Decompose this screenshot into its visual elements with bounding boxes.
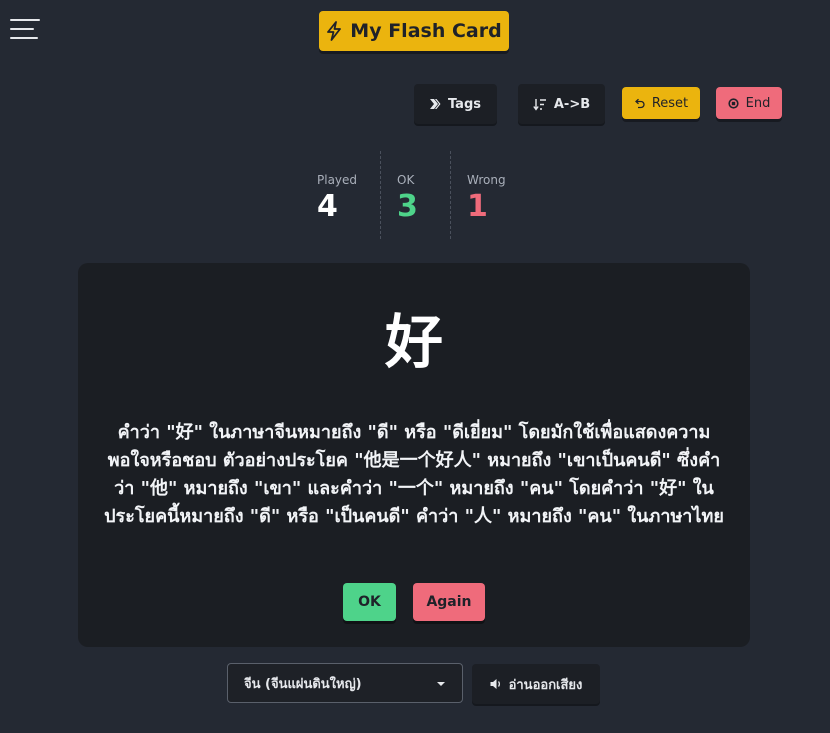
stat-wrong: Wrong 1 xyxy=(450,151,530,239)
stat-wrong-value: 1 xyxy=(467,189,488,224)
stat-played-label: Played xyxy=(317,173,358,187)
ok-button[interactable]: OK xyxy=(343,583,396,621)
speak-label: อ่านออกเสียง xyxy=(508,677,583,693)
flash-card: 好 คำว่า "好" ในภาษาจีนหมายถึง "ดี" หรือ "… xyxy=(78,263,750,647)
tags-label: Tags xyxy=(447,96,481,112)
my-flash-card-button[interactable]: My Flash Card xyxy=(319,11,509,51)
reset-label: Reset xyxy=(651,95,689,111)
stat-played: Played 4 xyxy=(301,151,380,239)
stats-panel: Played 4 OK 3 Wrong 1 xyxy=(301,151,530,239)
lightning-bolt-icon xyxy=(326,21,342,41)
card-character: 好 xyxy=(384,308,443,376)
stat-wrong-label: Wrong xyxy=(467,173,506,187)
sort-ascending-icon xyxy=(533,98,547,111)
app-title: My Flash Card xyxy=(350,20,502,42)
reset-button[interactable]: Reset xyxy=(622,87,700,119)
end-label: End xyxy=(745,95,771,111)
stat-ok: OK 3 xyxy=(380,151,450,239)
stop-circle-icon xyxy=(728,97,739,109)
stat-ok-value: 3 xyxy=(397,189,418,224)
chevron-down-icon xyxy=(437,682,445,686)
language-select-value: จีน (จีนแผ่นดินใหญ่) xyxy=(244,676,362,692)
undo-icon xyxy=(634,98,645,109)
speak-button[interactable]: อ่านออกเสียง xyxy=(472,664,600,704)
again-button[interactable]: Again xyxy=(413,583,485,621)
double-chevron-right-icon xyxy=(429,99,441,109)
card-description: คำว่า "好" ในภาษาจีนหมายถึง "ดี" หรือ "ดี… xyxy=(104,422,724,527)
speaker-icon xyxy=(490,678,503,690)
tags-button[interactable]: Tags xyxy=(414,84,497,124)
sort-label: A->B xyxy=(553,96,591,112)
stat-played-value: 4 xyxy=(317,189,338,224)
language-select[interactable]: จีน (จีนแผ่นดินใหญ่) xyxy=(227,663,463,703)
sort-button[interactable]: A->B xyxy=(518,84,605,124)
hamburger-menu-icon[interactable] xyxy=(10,17,40,45)
end-button[interactable]: End xyxy=(716,87,782,119)
ok-label: OK xyxy=(358,594,381,610)
again-label: Again xyxy=(426,594,472,610)
stat-ok-label: OK xyxy=(397,173,415,187)
